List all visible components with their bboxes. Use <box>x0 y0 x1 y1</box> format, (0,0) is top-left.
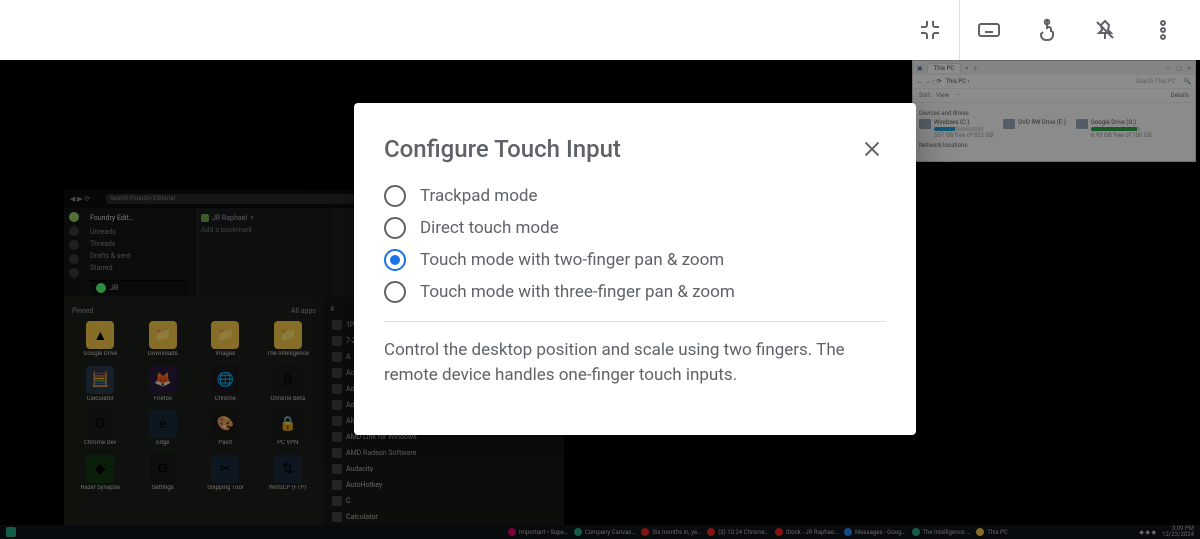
option-label: Touch mode with two-finger pan & zoom <box>420 250 724 270</box>
close-button[interactable] <box>858 135 886 163</box>
option-label: Touch mode with three-finger pan & zoom <box>420 282 735 302</box>
remote-toolbar <box>0 0 1200 60</box>
touch-input-dialog: Configure Touch Input Trackpad mode Dire… <box>354 103 916 435</box>
keyboard-icon[interactable] <box>960 0 1018 60</box>
fullscreen-exit-icon[interactable] <box>901 0 959 60</box>
touch-mode-option[interactable]: Trackpad mode <box>384 185 886 207</box>
pin-off-icon[interactable] <box>1076 0 1134 60</box>
dialog-title: Configure Touch Input <box>384 135 621 163</box>
touch-mode-option[interactable]: Touch mode with two-finger pan & zoom <box>384 249 886 271</box>
radio-icon <box>384 249 406 271</box>
radio-icon <box>384 185 406 207</box>
option-label: Trackpad mode <box>420 186 538 206</box>
radio-icon <box>384 281 406 303</box>
option-label: Direct touch mode <box>420 218 559 238</box>
divider <box>384 321 886 322</box>
touch-mode-option[interactable]: Touch mode with three-finger pan & zoom <box>384 281 886 303</box>
radio-icon <box>384 217 406 239</box>
more-vert-icon[interactable] <box>1134 0 1192 60</box>
touch-mode-icon[interactable] <box>1018 0 1076 60</box>
touch-mode-option[interactable]: Direct touch mode <box>384 217 886 239</box>
dialog-description: Control the desktop position and scale u… <box>384 338 886 387</box>
